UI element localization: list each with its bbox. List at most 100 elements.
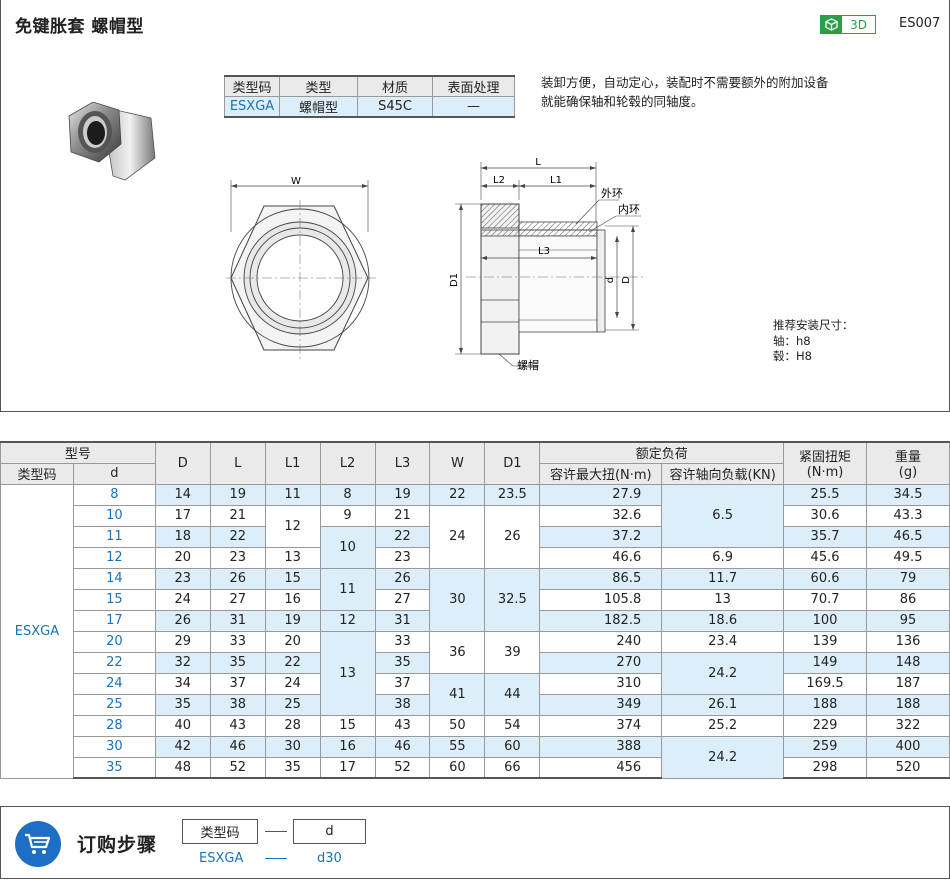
cell-weight: 86 — [865, 588, 950, 611]
cell-torque: 270 — [539, 651, 663, 674]
dim-d-small-label: d — [605, 277, 616, 283]
cell-d: 14 — [72, 567, 156, 590]
cell-W: 60 — [429, 756, 486, 779]
cell-D1: 23.5 — [484, 483, 541, 506]
side-section-drawing: L L2 L1 L3 D1 d D 外环 内环 螺帽 — [449, 157, 646, 372]
order-type-code-box: 类型码 — [182, 819, 258, 844]
cell-weight: 43.3 — [865, 504, 950, 527]
order-title: 订购步骤 — [77, 834, 158, 856]
cell-L: 27 — [209, 588, 266, 611]
cell-torque: 182.5 — [539, 609, 663, 632]
rated-load-header: 额定负荷 — [539, 441, 785, 464]
cell-weight: 95 — [865, 609, 950, 632]
cell-W: 22 — [429, 483, 486, 506]
cell-D: 23 — [154, 567, 211, 590]
cell-L2: 13 — [319, 630, 376, 716]
cell-torque: 240 — [539, 630, 663, 653]
cell-L: 38 — [209, 693, 266, 716]
cell-tight: 60.6 — [783, 567, 867, 590]
table-row: 24 34 37 24 37 41 44 310 169.5 187 — [1, 672, 950, 716]
col-L1-header: L1 — [264, 441, 321, 485]
type-code-header: 类型码 — [0, 462, 74, 485]
cell-L1: 35 — [264, 756, 321, 779]
cell-torque: 349 — [539, 693, 663, 716]
cell-L: 21 — [209, 504, 266, 527]
cell-W: 41 — [429, 672, 486, 716]
spec-header: 类型 — [279, 75, 358, 97]
cell-tight: 188 — [783, 693, 867, 716]
cell-axial: 23.4 — [661, 630, 785, 653]
tightening-header: 紧固扭矩 (N·m) — [783, 441, 867, 485]
cell-L1: 12 — [264, 504, 321, 548]
col-D1-header: D1 — [484, 441, 541, 485]
cell-weight: 34.5 — [865, 483, 950, 506]
cell-L1: 22 — [264, 651, 321, 674]
cell-L3: 46 — [374, 735, 431, 758]
inner-ring-label: 内环 — [618, 202, 640, 216]
cell-D: 17 — [154, 504, 211, 527]
cell-torque: 310 — [539, 672, 663, 695]
cell-W: 24 — [429, 504, 486, 569]
table-row: 28 40 43 28 15 43 50 54 374 25.2 229 322 — [1, 714, 950, 737]
cell-tight: 169.5 — [783, 672, 867, 695]
cell-L1: 16 — [264, 588, 321, 611]
cell-D: 18 — [154, 525, 211, 548]
dim-l1-label: L1 — [550, 175, 562, 186]
weight-title: 重量 — [894, 450, 921, 466]
cell-tight: 100 — [783, 609, 867, 632]
cell-weight: 520 — [865, 756, 950, 779]
cell-L1: 11 — [264, 483, 321, 506]
cell-d: 12 — [72, 546, 156, 569]
cell-axial: 24.2 — [661, 735, 785, 779]
dimension-table: 型号 D L L1 L2 L3 W D1 额定负荷 紧固扭矩 (N·m) 重量 (g… — [0, 441, 950, 779]
spec-type-code: ESXGA — [224, 96, 280, 118]
install-title: 推荐安装尺寸： — [773, 318, 854, 332]
cell-D: 20 — [154, 546, 211, 569]
cell-weight: 187 — [865, 672, 950, 695]
cell-L1: 13 — [264, 546, 321, 569]
dim-l2-label: L2 — [493, 175, 505, 186]
weight-unit: (g) — [898, 465, 918, 481]
cell-L3: 23 — [374, 546, 431, 569]
cell-L: 22 — [209, 525, 266, 548]
3d-model-button[interactable]: 3D — [820, 15, 876, 34]
axial-load-header: 容许轴向负载(KN) — [661, 462, 785, 485]
cell-axial: 26.1 — [661, 693, 785, 716]
cell-D1: 66 — [484, 756, 541, 779]
install-shaft: 轴：h8 — [773, 333, 811, 348]
table-row: ESXGA 8 14 19 11 8 19 22 23.5 27.9 6.5 2… — [0, 483, 950, 779]
product-photo — [68, 101, 156, 181]
dim-d-large-label: D — [621, 276, 632, 284]
cell-D1: 60 — [484, 735, 541, 758]
cell-D1: 26 — [484, 504, 541, 569]
page-title: 免键胀套 螺帽型 — [15, 17, 144, 37]
cell-L: 35 — [209, 651, 266, 674]
tightening-title: 紧固扭矩 — [799, 450, 852, 466]
cell-D: 26 — [154, 609, 211, 632]
cell-d: 8 — [72, 483, 156, 506]
cell-d: 10 — [72, 504, 156, 527]
cell-tight: 259 — [783, 735, 867, 758]
cell-L3: 43 — [374, 714, 431, 737]
cell-L1: 19 — [264, 609, 321, 632]
order-separator — [265, 831, 287, 832]
cell-L1: 30 — [264, 735, 321, 758]
cell-weight: 49.5 — [865, 546, 950, 569]
cell-D: 40 — [154, 714, 211, 737]
cell-L1: 24 — [264, 672, 321, 695]
cell-tight: 70.7 — [783, 588, 867, 611]
cell-tight: 35.7 — [783, 525, 867, 548]
cell-L3: 52 — [374, 756, 431, 779]
nut-label: 螺帽 — [517, 359, 539, 372]
cell-L3: 21 — [374, 504, 431, 527]
cell-D: 42 — [154, 735, 211, 758]
cell-axial: 6.9 — [661, 546, 785, 569]
tightening-unit: (N·m) — [806, 465, 844, 481]
cell-D: 35 — [154, 693, 211, 716]
spec-table: 类型码 类型 材质 表面处理 ESXGA 螺帽型 S45C — — [224, 75, 515, 118]
description-line: 就能确保轴和轮毂的同轴度。 — [541, 94, 704, 109]
cell-tight: 149 — [783, 651, 867, 674]
cell-D: 14 — [154, 483, 211, 506]
cell-d: 30 — [72, 735, 156, 758]
cell-weight: 400 — [865, 735, 950, 758]
